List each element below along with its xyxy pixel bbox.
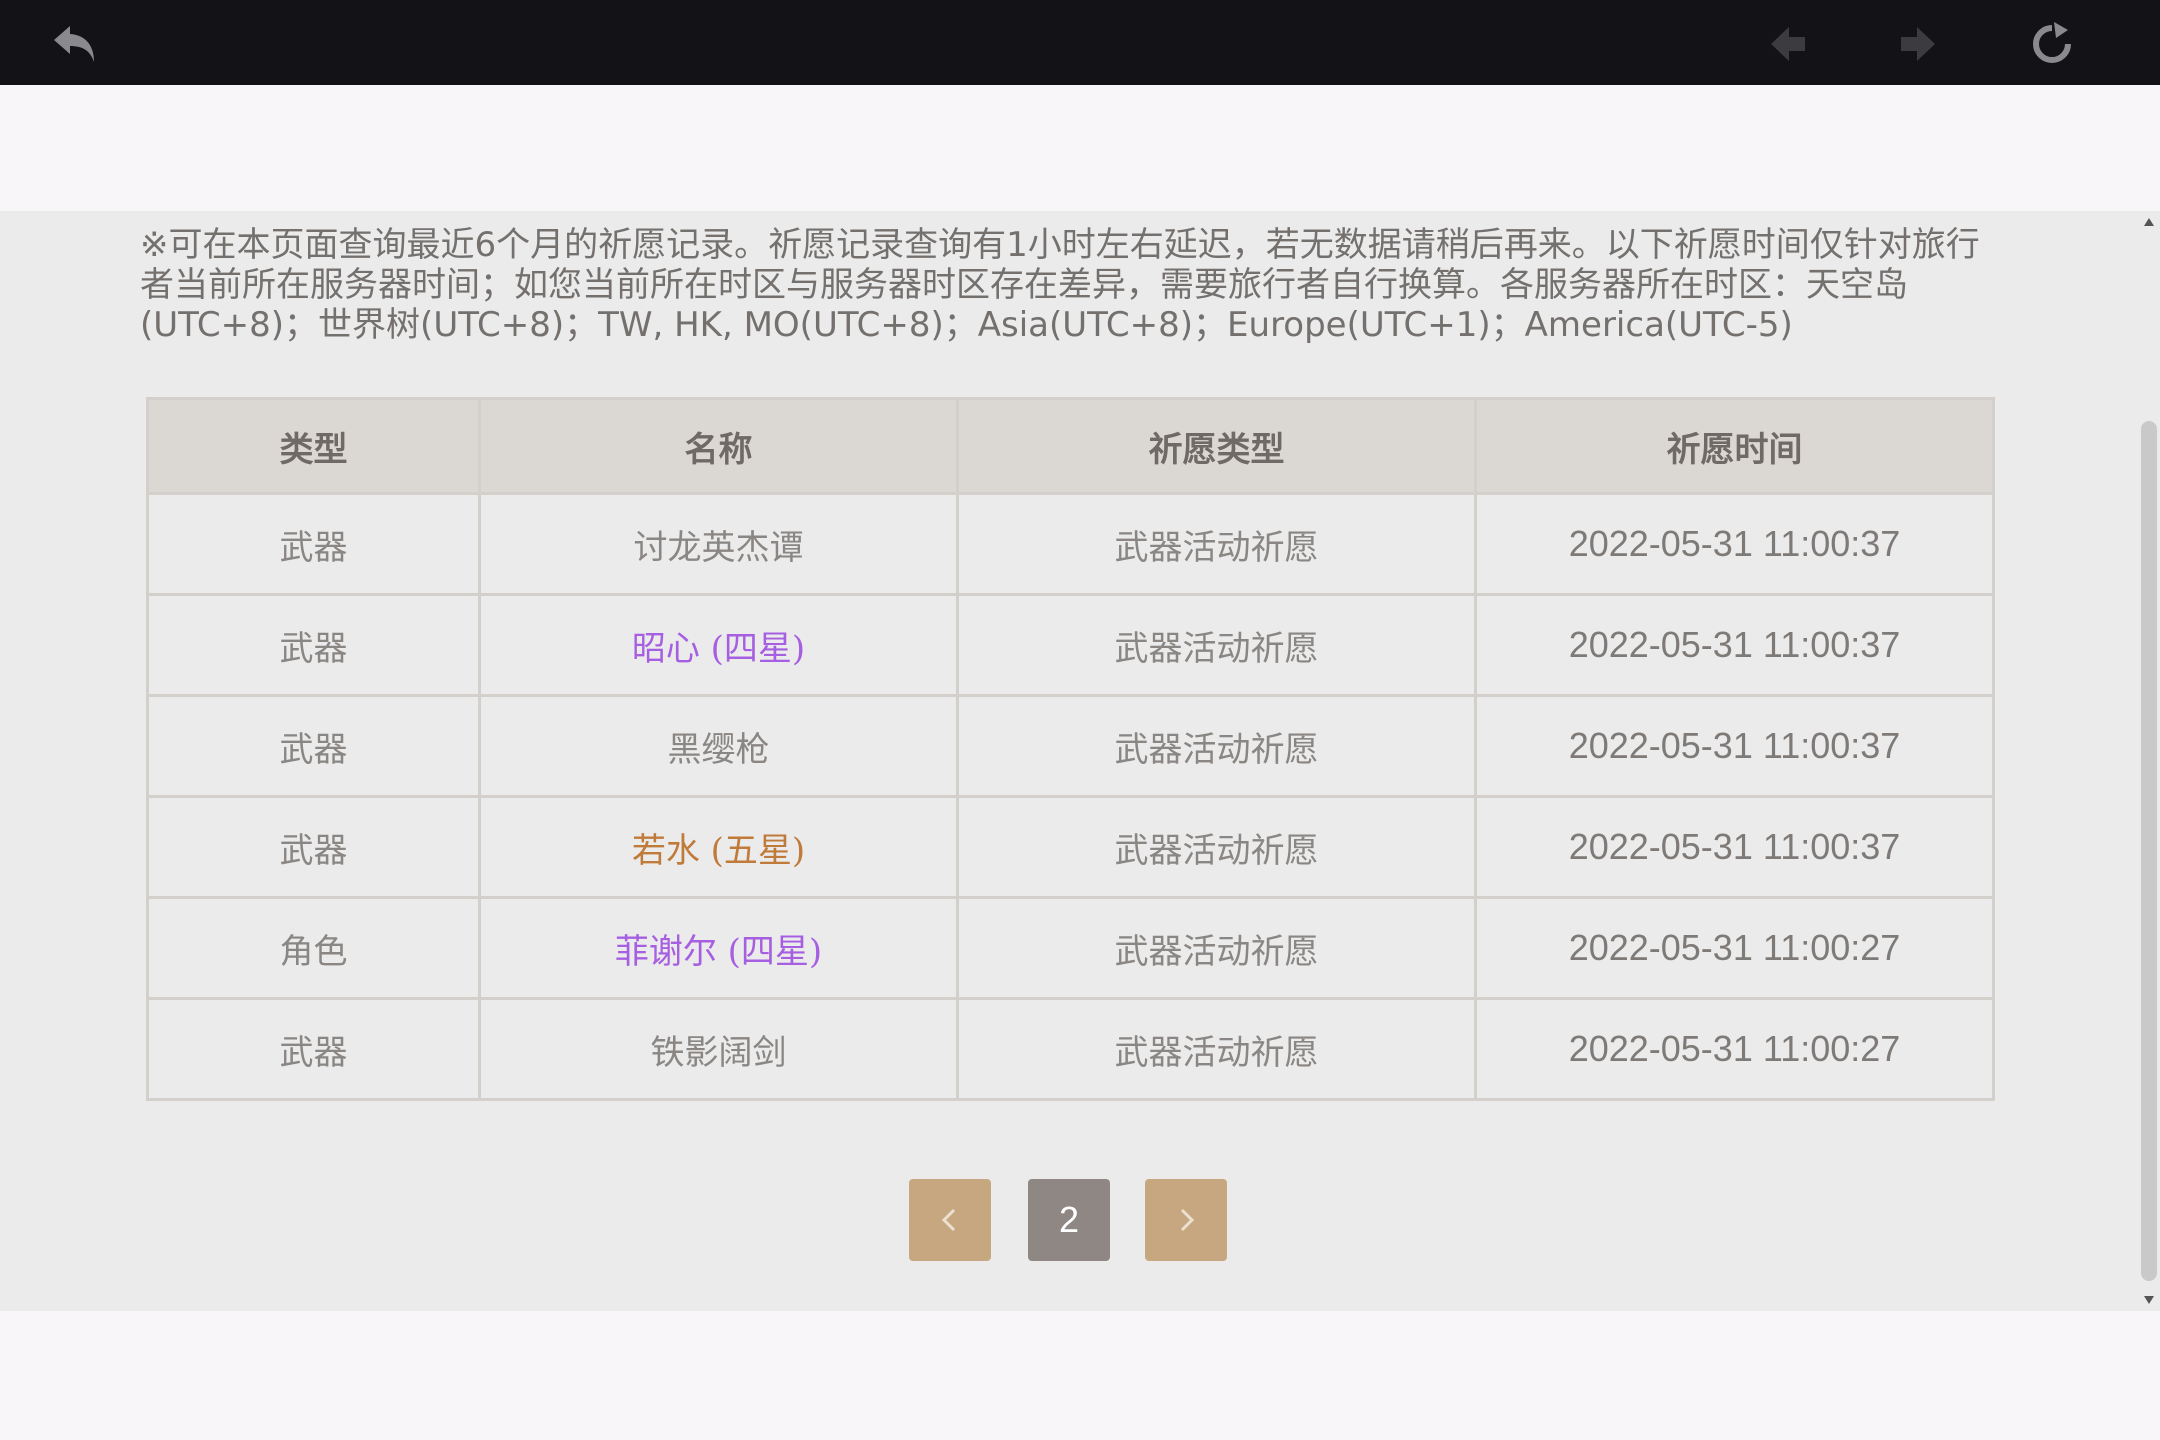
cell-wish-type: 武器活动祈愿 [956,997,1477,1101]
table-row: 武器 讨龙英杰谭 武器活动祈愿 2022-05-31 11:00:37 [146,492,1995,596]
pagination-next-button[interactable] [1145,1179,1227,1261]
back-button[interactable] [44,14,104,74]
cell-wish-type: 武器活动祈愿 [956,492,1477,596]
cell-time: 2022-05-31 11:00:37 [1474,795,1995,899]
wish-history-panel: ※可在本页面查询最近6个月的祈愿记录。祈愿记录查询有1小时左右延迟，若无数据请稍… [0,211,2138,1311]
cell-type: 武器 [146,997,481,1101]
next-page-button[interactable] [1888,14,1948,74]
cell-wish-type: 武器活动祈愿 [956,896,1477,1000]
cell-name: 讨龙英杰谭 [478,492,959,596]
header-wish-time: 祈愿时间 [1474,397,1995,495]
pagination-current-page[interactable]: 2 [1028,1179,1110,1261]
reload-button[interactable] [2022,14,2082,74]
cell-time: 2022-05-31 11:00:37 [1474,492,1995,596]
scroll-up-icon[interactable] [2142,215,2156,229]
next-arrow-icon [1901,27,1935,61]
header-wish-type: 祈愿类型 [956,397,1477,495]
chevron-left-icon [941,1208,956,1232]
table-row: 角色 菲谢尔 (四星) 武器活动祈愿 2022-05-31 11:00:27 [146,896,1995,1000]
cell-name: 菲谢尔 (四星) [478,896,959,1000]
cell-name: 昭心 (四星) [478,593,959,697]
top-toolbar [0,0,2160,85]
pagination-prev-button[interactable] [909,1179,991,1261]
header-name: 名称 [478,397,959,495]
bottom-spacer [0,1311,2160,1440]
scrollbar-thumb[interactable] [2141,421,2157,1281]
scroll-down-icon[interactable] [2142,1293,2156,1307]
cell-time: 2022-05-31 11:00:37 [1474,694,1995,798]
table-row: 武器 昭心 (四星) 武器活动祈愿 2022-05-31 11:00:37 [146,593,1995,697]
table-row: 武器 若水 (五星) 武器活动祈愿 2022-05-31 11:00:37 [146,795,1995,899]
table-header-row: 类型 名称 祈愿类型 祈愿时间 [146,397,1995,495]
cell-type: 武器 [146,795,481,899]
cell-time: 2022-05-31 11:00:37 [1474,593,1995,697]
prev-arrow-icon [1771,27,1805,61]
cell-time: 2022-05-31 11:00:27 [1474,896,1995,1000]
cell-name: 黑缨枪 [478,694,959,798]
table-row: 武器 黑缨枪 武器活动祈愿 2022-05-31 11:00:37 [146,694,1995,798]
table-row: 武器 铁影阔剑 武器活动祈愿 2022-05-31 11:00:27 [146,997,1995,1101]
wish-records-table: 类型 名称 祈愿类型 祈愿时间 武器 讨龙英杰谭 武器活动祈愿 2022-05-… [146,397,1995,1101]
reload-icon [2033,22,2071,63]
prev-page-button[interactable] [1758,14,1818,74]
vertical-scrollbar[interactable] [2138,211,2160,1311]
cell-type: 武器 [146,694,481,798]
top-spacer [0,85,2160,211]
chevron-right-icon [1180,1208,1195,1232]
cell-type: 武器 [146,593,481,697]
cell-name: 若水 (五星) [478,795,959,899]
cell-wish-type: 武器活动祈愿 [956,593,1477,697]
back-arrow-icon [54,26,94,62]
cell-type: 角色 [146,896,481,1000]
cell-wish-type: 武器活动祈愿 [956,694,1477,798]
cell-wish-type: 武器活动祈愿 [956,795,1477,899]
cell-name: 铁影阔剑 [478,997,959,1101]
cell-type: 武器 [146,492,481,596]
header-type: 类型 [146,397,481,495]
cell-time: 2022-05-31 11:00:27 [1474,997,1995,1101]
notice-text: ※可在本页面查询最近6个月的祈愿记录。祈愿记录查询有1小时左右延迟，若无数据请稍… [140,225,1980,345]
